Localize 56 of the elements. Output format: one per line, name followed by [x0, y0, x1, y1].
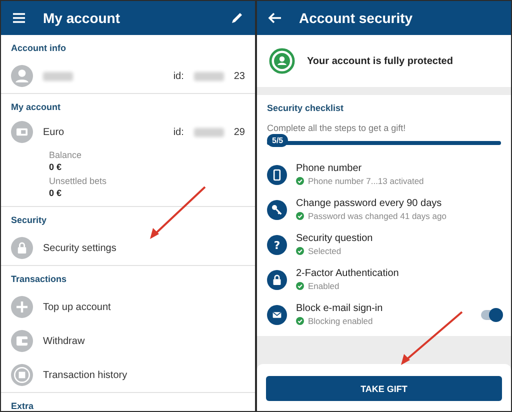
blurred-text: [194, 128, 224, 136]
id-label: id:: [173, 126, 184, 138]
id-suffix: 23: [234, 70, 245, 82]
checklist-title: Phone number: [296, 163, 363, 174]
section-heading: Extra: [11, 400, 35, 411]
phone-icon: [267, 164, 287, 184]
lock-icon: [267, 270, 287, 290]
hint-text: Complete all the steps to get a gift!: [267, 123, 407, 133]
checklist-status: Blocking enabled: [308, 316, 373, 326]
currency-name: Euro: [43, 126, 64, 138]
section-heading: My account: [11, 101, 62, 114]
section-heading: Transactions: [11, 273, 68, 286]
field-label: Unsettled bets: [49, 176, 108, 186]
section-heading: Security checklist: [267, 103, 345, 113]
wallet-icon: [11, 330, 33, 352]
menu-icon[interactable]: [11, 10, 27, 26]
mail-icon: [267, 304, 287, 324]
annotation-arrow: [401, 311, 463, 365]
question-icon: ?: [267, 234, 287, 254]
checklist-title: 2-Factor Authentication: [296, 268, 400, 279]
checklist-status: Password was changed 41 days ago: [308, 211, 446, 221]
field-value: 0 €: [49, 162, 63, 172]
blurred-text: [43, 72, 73, 80]
checklist-title: Block e-mail sign-in: [296, 303, 384, 314]
wallet-icon: [11, 121, 33, 143]
back-arrow-icon[interactable]: [267, 10, 283, 26]
toggle-switch[interactable]: [481, 310, 501, 320]
checklist-status: Enabled: [308, 281, 340, 291]
section-heading: Account info: [11, 42, 67, 55]
field-label: Balance: [49, 150, 83, 160]
avatar-icon: [11, 65, 33, 87]
blurred-text: [194, 72, 224, 80]
pencil-icon[interactable]: [229, 10, 245, 26]
menu-item[interactable]: Withdraw: [43, 336, 85, 346]
key-icon: [267, 200, 287, 220]
progress-badge: 5/5: [267, 134, 288, 147]
status-message: Your account is fully protected: [307, 56, 453, 66]
plus-icon: [11, 296, 33, 318]
menu-item[interactable]: Transaction history: [43, 370, 128, 380]
checklist-title: Change password every 90 days: [296, 198, 443, 209]
menu-item[interactable]: Top up account: [43, 302, 111, 312]
history-icon: [11, 364, 33, 386]
annotation-arrow: [150, 186, 206, 239]
checklist-title: Security question: [296, 233, 374, 244]
screen-title: My account: [43, 10, 122, 26]
checklist-status: Selected: [308, 246, 342, 256]
screen-title: Account security: [299, 10, 414, 26]
take-gift-button[interactable]: TAKE GIFT: [266, 376, 502, 401]
lock-icon: [11, 237, 33, 259]
id-suffix: 29: [234, 126, 245, 138]
id-label: id:: [173, 70, 184, 82]
user-icon: [269, 48, 295, 74]
field-value: 0 €: [49, 188, 63, 198]
menu-item[interactable]: Security settings: [43, 242, 116, 254]
checklist-status: Phone number 7...13 activated: [308, 176, 424, 186]
section-heading: Security: [11, 214, 48, 227]
